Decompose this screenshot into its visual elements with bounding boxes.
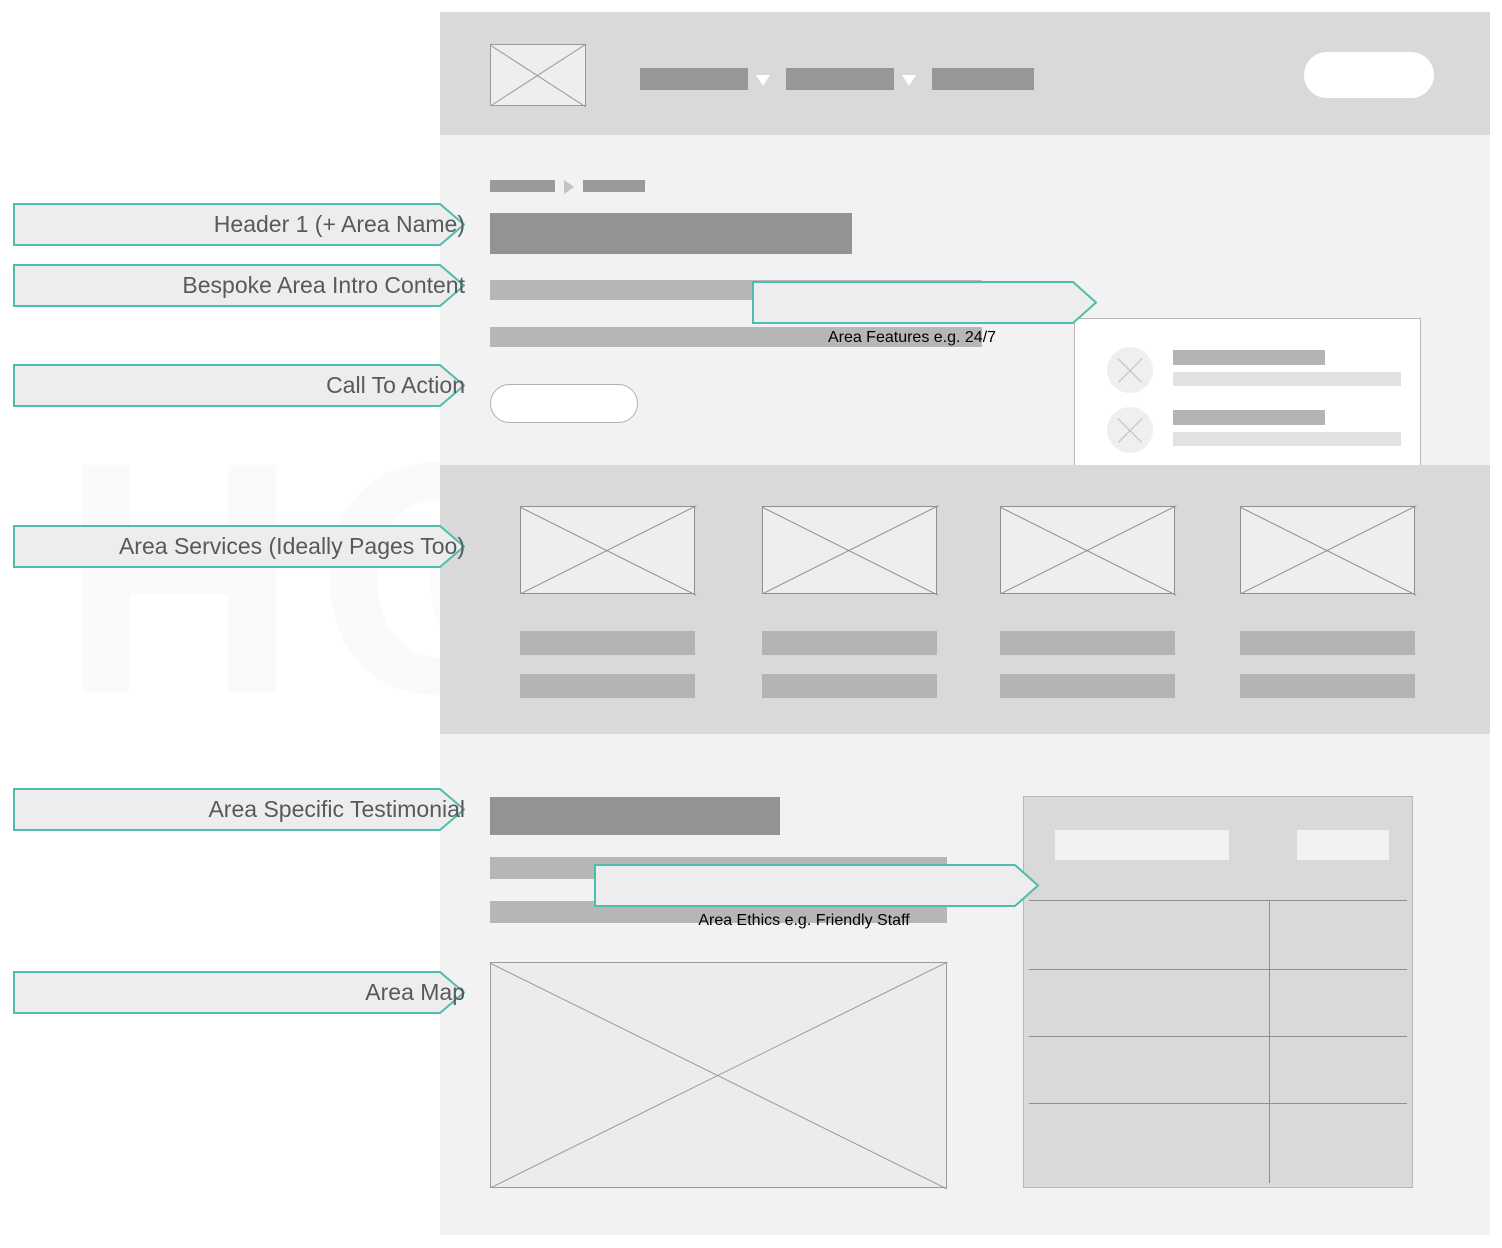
service-text-placeholder bbox=[762, 674, 937, 698]
service-text-placeholder bbox=[520, 674, 695, 698]
callout-label: Area Features e.g. 24/7 bbox=[827, 329, 997, 346]
breadcrumb-item-2[interactable] bbox=[583, 180, 645, 192]
ethics-grid-column-divider bbox=[1269, 900, 1270, 1183]
callout-area-ethics: Area Ethics e.g. Friendly Staff bbox=[594, 864, 1040, 929]
service-image-placeholder bbox=[762, 505, 939, 596]
ethics-panel bbox=[1023, 796, 1413, 1188]
annotation-area-testimonial: Area Specific Testimonial bbox=[13, 788, 465, 831]
annotation-header-area-name: Header 1 (+ Area Name) bbox=[13, 203, 465, 246]
annotation-bespoke-intro: Bespoke Area Intro Content bbox=[13, 264, 465, 307]
callout-arrow-shape bbox=[752, 281, 1098, 324]
service-text-placeholder bbox=[1000, 674, 1175, 698]
nav-item-2[interactable] bbox=[786, 68, 894, 90]
service-image-placeholder bbox=[520, 505, 697, 596]
logo-placeholder-icon bbox=[490, 43, 587, 108]
nav-item-1[interactable] bbox=[640, 68, 748, 90]
service-title-placeholder bbox=[1000, 631, 1175, 655]
testimonial-heading-placeholder bbox=[490, 797, 780, 835]
chevron-down-icon[interactable] bbox=[756, 75, 770, 86]
annotation-label: Area Services (Ideally Pages Too) bbox=[118, 533, 465, 559]
annotation-label: Call To Action bbox=[326, 372, 465, 398]
feature-subtitle-placeholder bbox=[1173, 432, 1401, 446]
service-title-placeholder bbox=[1240, 631, 1415, 655]
feature-title-placeholder bbox=[1173, 350, 1325, 365]
nav-item-3[interactable] bbox=[932, 68, 1034, 90]
services-section bbox=[440, 465, 1490, 734]
mock-page-canvas bbox=[440, 12, 1490, 1235]
annotation-area-map: Area Map bbox=[13, 971, 465, 1014]
circle-x-icon bbox=[1107, 347, 1153, 393]
hero-cta-button[interactable] bbox=[490, 384, 638, 423]
ethics-grid-row-divider bbox=[1029, 1036, 1407, 1037]
breadcrumb-item-1[interactable] bbox=[490, 180, 555, 192]
callout-area-features: Area Features e.g. 24/7 bbox=[752, 281, 1098, 346]
service-title-placeholder bbox=[762, 631, 937, 655]
service-text-placeholder bbox=[1240, 674, 1415, 698]
annotation-label: Header 1 (+ Area Name) bbox=[213, 211, 465, 237]
ethics-bar-secondary bbox=[1297, 830, 1389, 860]
annotation-label: Bespoke Area Intro Content bbox=[182, 272, 465, 298]
chevron-down-icon[interactable] bbox=[902, 75, 916, 86]
ethics-bar-primary bbox=[1055, 830, 1229, 860]
annotation-label: Area Specific Testimonial bbox=[208, 796, 465, 822]
feature-subtitle-placeholder bbox=[1173, 372, 1401, 386]
feature-row bbox=[1107, 347, 1401, 395]
hero-heading-placeholder bbox=[490, 213, 852, 254]
service-title-placeholder bbox=[520, 631, 695, 655]
service-image-placeholder bbox=[1240, 505, 1417, 596]
map-image-placeholder[interactable] bbox=[490, 961, 948, 1190]
annotation-call-to-action: Call To Action bbox=[13, 364, 465, 407]
ethics-grid-row-divider bbox=[1029, 900, 1407, 901]
chevron-right-icon bbox=[564, 180, 574, 194]
callout-arrow-shape bbox=[594, 864, 1040, 907]
site-header-bar bbox=[440, 12, 1490, 135]
callout-label: Area Ethics e.g. Friendly Staff bbox=[698, 912, 910, 929]
service-image-placeholder bbox=[1000, 505, 1177, 596]
ethics-grid-row-divider bbox=[1029, 1103, 1407, 1104]
annotation-label: Area Map bbox=[365, 979, 465, 1005]
wireframe-annotation-diagram: HONED bbox=[0, 0, 1502, 1248]
feature-title-placeholder bbox=[1173, 410, 1325, 425]
header-cta-button[interactable] bbox=[1304, 52, 1434, 98]
ethics-grid-row-divider bbox=[1029, 969, 1407, 970]
feature-row bbox=[1107, 407, 1401, 455]
circle-x-icon bbox=[1107, 407, 1153, 453]
annotation-area-services: Area Services (Ideally Pages Too) bbox=[13, 525, 465, 568]
testimonial-map-section bbox=[440, 734, 1490, 1235]
